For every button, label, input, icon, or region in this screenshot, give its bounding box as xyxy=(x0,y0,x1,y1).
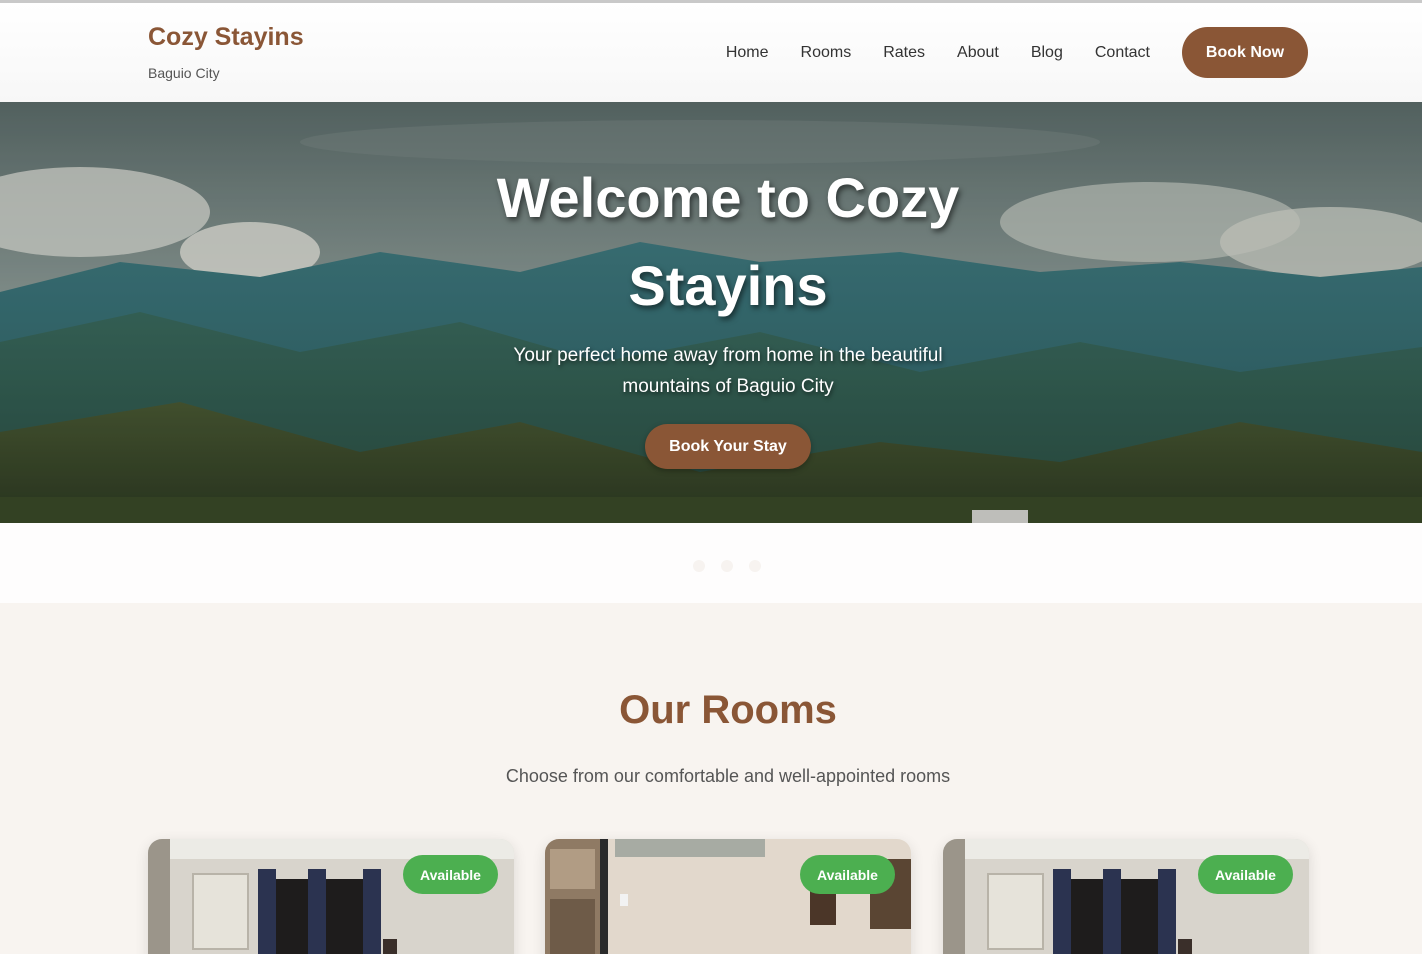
brand[interactable]: Cozy Stayins Baguio City xyxy=(148,23,304,81)
nav-blog[interactable]: Blog xyxy=(1031,44,1063,62)
nav-about[interactable]: About xyxy=(957,44,999,62)
site-header: Cozy Stayins Baguio City Home Rooms Rate… xyxy=(0,3,1422,102)
room-card-3[interactable]: Available xyxy=(943,839,1309,954)
rooms-section-subtitle: Choose from our comfortable and well-app… xyxy=(505,766,951,786)
slider-dot-1[interactable] xyxy=(693,560,705,572)
slider-dot-3[interactable] xyxy=(749,560,761,572)
book-now-button[interactable]: Book Now xyxy=(1182,27,1308,78)
slider-dots-band xyxy=(0,523,1422,603)
nav-rates[interactable]: Rates xyxy=(883,44,925,62)
slider-dot-2[interactable] xyxy=(721,560,733,572)
hero-title: Welcome to Cozy Stayins xyxy=(496,166,960,317)
availability-badge: Available xyxy=(403,855,498,894)
hero-subtitle: Your perfect home away from home in the … xyxy=(513,345,943,397)
room-card-1[interactable]: Available xyxy=(148,839,514,954)
availability-badge: Available xyxy=(800,855,895,894)
nav-home[interactable]: Home xyxy=(726,44,769,62)
nav-rooms[interactable]: Rooms xyxy=(801,44,852,62)
availability-badge: Available xyxy=(1198,855,1293,894)
hero-section: Welcome to Cozy Stayins Your perfect hom… xyxy=(0,102,1422,523)
main-nav: Home Rooms Rates About Blog Contact Book… xyxy=(694,27,1308,78)
brand-location: Baguio City xyxy=(148,65,220,81)
brand-name[interactable]: Cozy Stayins xyxy=(148,23,304,52)
book-your-stay-button[interactable]: Book Your Stay xyxy=(645,424,811,469)
room-card-2[interactable]: Available xyxy=(545,839,911,954)
rooms-section-title: Our Rooms xyxy=(619,688,837,732)
nav-contact[interactable]: Contact xyxy=(1095,44,1150,62)
